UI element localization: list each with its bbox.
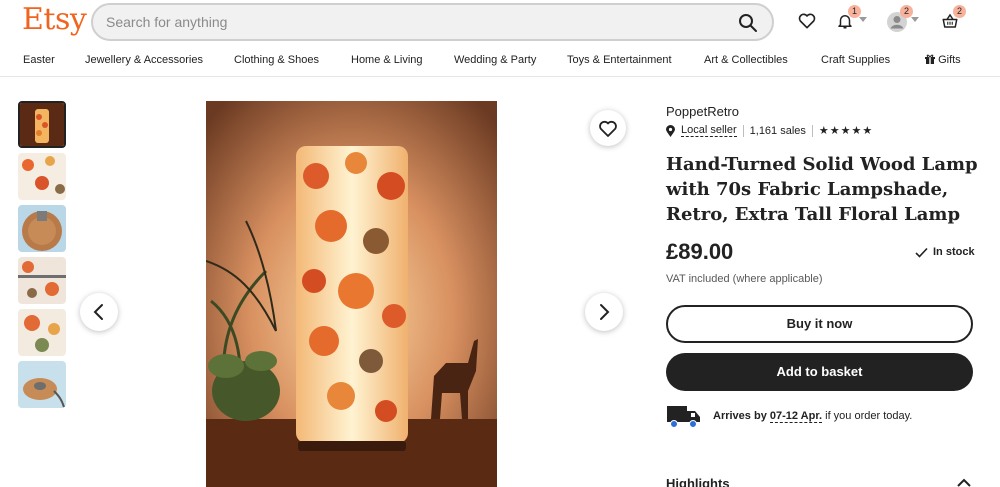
listing-title: Hand-Turned Solid Wood Lamp with 70s Fab… [666,154,978,225]
divider [742,124,744,137]
thumbnail-image [18,205,66,252]
checkmark-icon [915,247,928,258]
seller-info: Local seller 1,161 sales ★★★★★ [666,124,873,137]
add-to-basket-button[interactable]: Add to basket [666,353,973,391]
thumbnail-image [18,257,66,304]
thumbnail-image [18,153,66,200]
search-bar[interactable]: Search for anything [91,3,774,41]
highlights-heading[interactable]: Highlights [666,476,730,487]
basket-badge: 2 [953,5,966,18]
etsy-logo[interactable]: Etsy [22,2,87,37]
nav-item-wedding[interactable]: Wedding & Party [454,54,536,66]
lamp-photo [206,101,497,487]
nav-item-craft[interactable]: Craft Supplies [821,54,890,66]
favourites-heart-icon[interactable] [797,11,817,31]
local-seller-label[interactable]: Local seller [681,124,737,137]
thumbnail-3[interactable] [18,205,66,252]
next-image-button[interactable] [585,293,623,331]
buy-it-now-button[interactable]: Buy it now [666,305,973,343]
stock-status: In stock [915,246,975,258]
chevron-right-icon [600,304,610,320]
chevron-down-icon [911,17,919,22]
chevron-down-icon [859,17,867,22]
thumbnail-image [20,103,64,146]
add-to-favourites-button[interactable] [590,110,626,146]
nav-item-gifts[interactable]: Gifts [925,54,961,66]
price: £89.00 [666,239,734,264]
thumbnail-1[interactable] [18,101,66,148]
nav-item-toys[interactable]: Toys & Entertainment [567,54,672,66]
thumbnail-image [18,309,66,356]
gift-icon [925,54,935,64]
arrives-prefix: Arrives by [713,410,767,422]
thumbnail-4[interactable] [18,257,66,304]
divider [811,124,813,137]
prev-image-button[interactable] [80,293,118,331]
thumbnail-image [18,361,66,408]
header: Etsy Search for anything 1 2 2 [0,0,1000,44]
sales-count: 1,161 sales [749,124,806,137]
thumbnail-5[interactable] [18,309,66,356]
chevron-up-icon[interactable] [957,478,971,487]
nav-item-gifts-label: Gifts [938,54,961,66]
arrives-dates[interactable]: 07-12 Apr. [769,410,823,423]
nav-item-clothing[interactable]: Clothing & Shoes [234,54,319,66]
chevron-left-icon [93,304,103,320]
nav-item-easter[interactable]: Easter [23,54,55,66]
shop-name-link[interactable]: PoppetRetro [666,104,739,119]
delivery-truck-icon [667,406,700,428]
main-product-image[interactable] [206,101,497,487]
heart-icon [599,120,617,137]
delivery-estimate: Arrives by 07-12 Apr. if you order today… [666,402,912,430]
nav-item-jewellery[interactable]: Jewellery & Accessories [85,54,203,66]
location-pin-icon [666,124,675,137]
search-icon[interactable] [738,13,758,33]
search-input[interactable]: Search for anything [106,14,227,30]
category-nav: Easter Jewellery & Accessories Clothing … [0,44,1000,77]
star-rating[interactable]: ★★★★★ [819,124,873,137]
nav-item-home-living[interactable]: Home & Living [351,54,423,66]
arrives-suffix: if you order today. [825,410,913,422]
vat-note: VAT included (where applicable) [666,273,823,285]
nav-item-art[interactable]: Art & Collectibles [704,54,788,66]
thumbnail-2[interactable] [18,153,66,200]
stock-label: In stock [933,246,975,258]
thumbnail-6[interactable] [18,361,66,408]
